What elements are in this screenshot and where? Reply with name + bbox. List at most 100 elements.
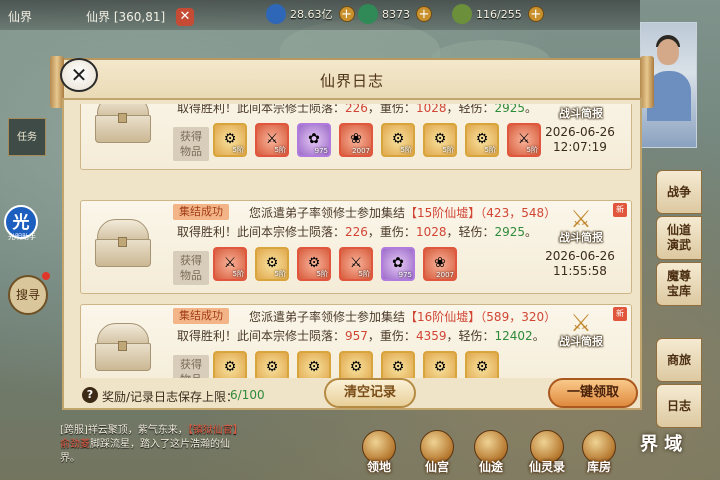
reward-item-count: 5阶: [442, 146, 454, 154]
reward-item-icon: ⚙: [391, 359, 405, 375]
entry-result: 取得胜利！此间本宗修士陨落：226，重伤：1028，轻伤：2925。: [177, 104, 537, 116]
tab-caravan[interactable]: 商旅: [656, 338, 702, 382]
tab-demon-treasury[interactable]: 魔尊 宝库: [656, 262, 702, 306]
treasure-chest-icon: [91, 215, 153, 271]
reward-item[interactable]: ⚙ 5阶: [297, 247, 331, 281]
resource-spirit-stone: 28.63亿 +: [266, 4, 355, 24]
nav-palace[interactable]: 仙宫: [414, 430, 460, 476]
reward-item[interactable]: ⚙: [423, 351, 457, 378]
log-entry[interactable]: 集结成功 您派遣弟子率领修士参加集结【15阶仙墟】（423，548） 取得胜利！此间…: [80, 200, 632, 294]
reward-item-count: 2007: [436, 271, 454, 279]
reward-item[interactable]: ⚙ 5阶: [213, 123, 247, 157]
dialog-footer: ? 奖励/记录日志保存上限： 6/100 清空记录 一键领取: [80, 378, 638, 408]
streamer-face: [657, 39, 679, 65]
dialog-title: 仙界日志: [319, 72, 384, 90]
reward-item[interactable]: ✿ 975: [297, 123, 331, 157]
spirit-stone-icon: [266, 4, 286, 24]
entry-heading: 您派遣弟子率领修士参加集结【15阶仙墟】（423，548）: [249, 206, 557, 220]
jade-icon: [358, 4, 378, 24]
resource-jade: 8373 +: [358, 4, 432, 24]
reward-item[interactable]: ⚙: [297, 351, 331, 378]
realm-log-dialog: 仙界日志 ✕ 集结成功您派遣弟子率领修士参加集结【15阶仙墟】（585，583）…: [50, 56, 654, 410]
resource-stamina: 116/255 +: [452, 4, 544, 24]
reward-label: 获得 物品: [173, 127, 209, 161]
reward-item-icon: ⚙: [223, 359, 237, 375]
claim-all-button[interactable]: 一键领取: [548, 378, 638, 408]
reward-item-count: 2007: [352, 147, 370, 155]
realm-coordinates[interactable]: 仙界 [360,81]: [86, 8, 165, 25]
add-stamina-button[interactable]: +: [527, 6, 544, 22]
task-tab[interactable]: 任务: [8, 118, 46, 156]
realm-map-button[interactable]: 界 域: [640, 430, 716, 476]
add-jade-button[interactable]: +: [416, 6, 432, 22]
reward-item-icon: ⚙: [349, 359, 363, 375]
help-icon[interactable]: ?: [82, 387, 98, 403]
log-entry[interactable]: 集结成功您派遣弟子率领修士参加集结【15阶仙墟】（585，583）取得胜利！此间…: [80, 104, 632, 170]
tab-log[interactable]: 日志: [656, 384, 702, 428]
reward-item-icon: ⚙: [307, 359, 321, 375]
light-injury-count: 2925: [494, 225, 526, 239]
jade-value: 8373: [382, 7, 410, 21]
log-entry[interactable]: 集结成功 您派遣弟子率领修士参加集结【16阶仙墟】（589，320） 取得胜利！此间…: [80, 304, 632, 378]
add-spirit-stone-button[interactable]: +: [338, 6, 355, 22]
spirit-stone-value: 28.63亿: [290, 8, 333, 21]
reward-label: 获得 物品: [173, 355, 209, 378]
reward-label: 获得 物品: [173, 251, 209, 285]
notification-dot: [42, 272, 50, 280]
nav-spirit-record[interactable]: 仙灵录: [524, 430, 570, 476]
chat-message[interactable]: [跨服]祥云聚顶，紫气东来，【镇狱仙官】俞劲菱脚踩流星，踏入了这片浩瀚的仙界。: [60, 424, 240, 476]
reward-item[interactable]: ⚔ 5阶: [213, 247, 247, 281]
reward-item[interactable]: ⚔ 5阶: [339, 247, 373, 281]
nav-path[interactable]: 仙途: [468, 430, 514, 476]
top-bar: 仙界 仙界 [360,81] ✕ 28.63亿 + 8373 + 116/255…: [0, 0, 640, 30]
reward-item[interactable]: ❀ 2007: [423, 247, 457, 281]
search-button[interactable]: 搜寻: [8, 275, 48, 315]
reward-item[interactable]: ⚙ 5阶: [465, 123, 499, 157]
reward-item[interactable]: ⚙: [339, 351, 373, 378]
entry-result: 取得胜利！此间本宗修士陨落：957，重伤：4359，轻伤：12402。: [177, 329, 545, 343]
close-icon[interactable]: ✕: [176, 8, 194, 26]
rally-success-stamp: 集结成功: [173, 308, 229, 324]
battle-report-label: 战斗简报: [559, 107, 603, 120]
tab-war[interactable]: 战争: [656, 170, 702, 214]
heavy-injury-count: 1028: [415, 225, 447, 239]
entry-time: 12:07:19: [553, 140, 607, 154]
reward-item-icon: ⚙: [475, 359, 489, 375]
entry-timestamp: 2026-06-26 11:55:58: [533, 249, 627, 279]
battle-report-button[interactable]: ⚔战斗简报: [551, 205, 611, 245]
reward-item[interactable]: ⚔ 5阶: [255, 123, 289, 157]
reward-item[interactable]: ⚙: [213, 351, 247, 378]
rally-success-stamp: 集结成功: [173, 204, 229, 220]
reward-item-count: 5阶: [274, 270, 286, 278]
treasure-chest-icon: [91, 104, 153, 147]
log-limit-label: 奖励/记录日志保存上限：: [102, 390, 239, 404]
battle-report-label: 战斗简报: [559, 231, 603, 244]
reward-item-icon: ⚙: [265, 359, 279, 375]
reward-item[interactable]: ⚙ 5阶: [423, 123, 457, 157]
reward-item[interactable]: ⚙: [465, 351, 499, 378]
stamina-icon: [452, 4, 472, 24]
reward-item[interactable]: ⚙ 5阶: [381, 123, 415, 157]
reward-items: ⚙ 5阶 ⚔ 5阶 ✿ 975 ❀ 2007 ⚙ 5阶 ⚙ 5阶 ⚙ 5阶 ⚔ 5阶: [213, 123, 541, 157]
close-dialog-button[interactable]: ✕: [60, 58, 98, 92]
reward-item[interactable]: ❀ 2007: [339, 123, 373, 157]
entry-date: 2026-06-26: [545, 249, 615, 263]
heavy-injury-count: 1028: [415, 104, 447, 115]
entry-result: 取得胜利！此间本宗修士陨落：226，重伤：1028，轻伤：2925。: [177, 225, 538, 239]
entry-time: 11:55:58: [553, 264, 607, 278]
battle-report-button[interactable]: ⚔战斗简报: [551, 309, 611, 349]
reward-item[interactable]: ⚙: [255, 351, 289, 378]
reward-item-count: 5阶: [358, 270, 370, 278]
log-list[interactable]: 集结成功您派遣弟子率领修士参加集结【15阶仙墟】（585，583）取得胜利！此间…: [80, 104, 632, 378]
tab-dao-tournament[interactable]: 仙道 演武: [656, 216, 702, 260]
clear-records-button[interactable]: 清空记录: [324, 378, 416, 408]
close-icon: ✕: [70, 63, 88, 87]
reward-item[interactable]: ⚙ 5阶: [255, 247, 289, 281]
nav-warehouse[interactable]: 库房: [576, 430, 622, 476]
nav-territory[interactable]: 领地: [356, 430, 402, 476]
reward-item-icon: ✿: [308, 131, 320, 147]
battle-report-button[interactable]: ⚔战斗简报: [551, 104, 611, 121]
treasure-chest-icon: [91, 319, 153, 375]
reward-item[interactable]: ⚙: [381, 351, 415, 378]
reward-item[interactable]: ✿ 975: [381, 247, 415, 281]
